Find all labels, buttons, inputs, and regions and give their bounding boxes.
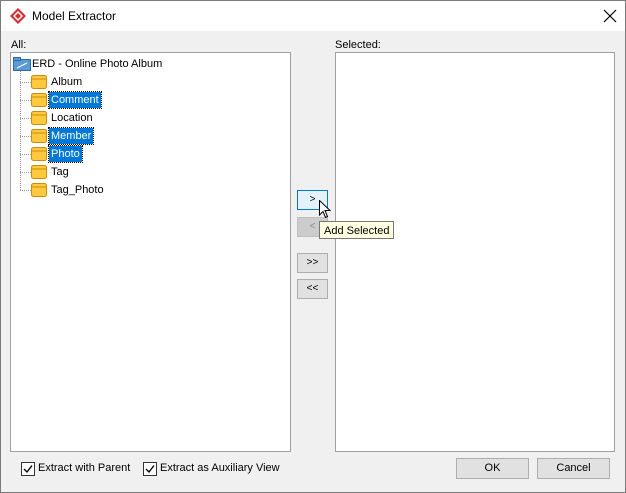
checkbox-box xyxy=(143,462,157,476)
window-title: Model Extractor xyxy=(32,9,117,23)
all-tree-panel[interactable]: ERD - Online Photo Album Album Comment L… xyxy=(10,52,291,452)
checkbox-box xyxy=(21,462,35,476)
checkbox-label: Extract with Parent xyxy=(38,462,131,474)
entity-icon xyxy=(31,147,47,161)
tree-item-label: Member xyxy=(47,127,95,145)
remove-all-button[interactable]: << xyxy=(297,279,328,299)
tree-item-label: Tag xyxy=(51,166,69,178)
close-icon xyxy=(603,9,617,23)
tree-item-member[interactable]: Member xyxy=(31,127,231,145)
tree-item-location[interactable]: Location xyxy=(31,110,231,126)
cancel-button[interactable]: Cancel xyxy=(537,458,610,479)
tree-item-label: Photo xyxy=(48,145,83,163)
entity-icon xyxy=(31,129,47,143)
tree-guide-line xyxy=(20,190,31,191)
visual-paradigm-logo-icon xyxy=(10,8,26,24)
tree-guide-line xyxy=(20,100,31,101)
tree-item-label: Location xyxy=(51,112,93,124)
add-selected-tooltip: Add Selected xyxy=(319,221,395,239)
tree-item-comment[interactable]: Comment xyxy=(31,91,231,109)
entity-icon xyxy=(31,75,47,89)
checkbox-label: Extract as Auxiliary View xyxy=(160,462,280,474)
entity-icon xyxy=(31,165,47,179)
tree-guide-line xyxy=(20,172,31,173)
tree-item-tag-photo[interactable]: Tag_Photo xyxy=(31,182,231,198)
checkmark-icon xyxy=(145,465,155,474)
close-button[interactable] xyxy=(595,1,625,31)
entity-icon xyxy=(31,111,47,125)
tree-item-label: Tag_Photo xyxy=(51,184,104,196)
tree-item-label: Comment xyxy=(48,91,102,109)
all-label: All: xyxy=(11,39,27,51)
tree-guide-line xyxy=(20,136,31,137)
checkmark-icon xyxy=(23,465,33,474)
add-all-button[interactable]: >> xyxy=(297,253,328,273)
entity-icon xyxy=(31,183,47,197)
mouse-pointer-icon xyxy=(319,200,331,219)
selected-list-panel[interactable] xyxy=(335,52,615,452)
extract-as-auxiliary-view-checkbox[interactable]: Extract as Auxiliary View xyxy=(143,462,293,476)
tree-item-tag[interactable]: Tag xyxy=(31,164,231,180)
tree-root-label: ERD - Online Photo Album xyxy=(32,58,163,70)
tree-item-album[interactable]: Album xyxy=(31,74,231,90)
tree-item-label: Album xyxy=(51,76,83,88)
entity-icon xyxy=(31,93,47,107)
ok-button[interactable]: OK xyxy=(456,458,529,479)
tree-guide-line xyxy=(20,82,31,83)
tree-root-node[interactable]: ERD - Online Photo Album xyxy=(13,56,253,72)
erd-diagram-icon xyxy=(13,57,31,71)
extract-with-parent-checkbox[interactable]: Extract with Parent xyxy=(21,462,141,476)
tree-guide-line xyxy=(20,154,31,155)
tree-item-photo[interactable]: Photo xyxy=(31,145,231,163)
tree-guide-line xyxy=(20,118,31,119)
title-bar: Model Extractor xyxy=(1,1,625,31)
model-extractor-dialog: Model Extractor All: Selected: ERD - Onl… xyxy=(0,0,626,493)
selected-label: Selected: xyxy=(335,39,381,51)
